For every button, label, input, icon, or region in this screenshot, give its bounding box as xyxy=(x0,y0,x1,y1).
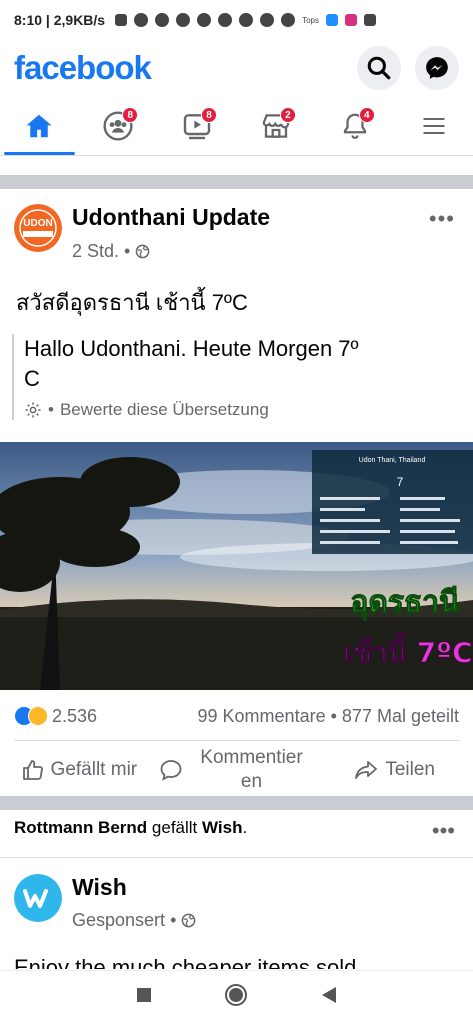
notifications-badge: 4 xyxy=(358,107,375,123)
translation-block: Hallo Udonthani. Heute Morgen 7º C • Bew… xyxy=(12,334,452,420)
wish-logo-icon xyxy=(14,874,62,922)
settings-gear-icon xyxy=(25,402,41,418)
feed-separator xyxy=(0,175,473,189)
post-original-text: สวัสดีอุดรธานี เช้านี้ 7ºC xyxy=(16,290,248,315)
search-icon xyxy=(367,56,391,80)
post-options-button[interactable]: ••• xyxy=(429,206,455,232)
chrome-icon xyxy=(155,13,170,27)
back-triangle-icon xyxy=(321,987,336,1003)
youtube-icon xyxy=(364,14,376,26)
chrome-icon xyxy=(281,13,296,27)
chrome-icon xyxy=(197,13,212,27)
messenger-icon xyxy=(426,57,448,79)
post-photo[interactable]: Udon Thani, Thailand 7 อุดรธานี เช้านี้ … xyxy=(0,442,473,690)
recents-square-icon xyxy=(137,988,152,1002)
context-person[interactable]: Rottmann Bernd xyxy=(14,818,147,837)
system-navigation-bar xyxy=(0,970,473,1024)
post-time[interactable]: 2 Std. xyxy=(72,241,119,262)
w-app-icon xyxy=(326,14,338,26)
social-context: Rottmann Bernd gefällt Wish. xyxy=(14,818,248,837)
photo-location: Udon Thani, Thailand xyxy=(359,457,426,464)
comment-icon xyxy=(160,760,181,781)
translation-line-2: C xyxy=(24,366,40,391)
comment-button[interactable]: Kommentier en xyxy=(158,744,316,796)
watch-badge: 8 xyxy=(201,107,218,123)
context-page[interactable]: Wish xyxy=(202,818,242,837)
comment-label-1: Kommentier xyxy=(200,747,303,768)
udonthani-logo-icon: UDON xyxy=(14,204,62,252)
tab-watch[interactable]: 8 xyxy=(158,96,237,155)
notification-icons: Tops xyxy=(115,13,376,27)
context-verb: gefällt xyxy=(151,818,198,837)
feed-separator-2 xyxy=(0,796,473,810)
reaction-icons[interactable] xyxy=(14,706,48,726)
share-button[interactable]: Teilen xyxy=(315,744,473,796)
friends-badge: 8 xyxy=(122,107,139,123)
ad-page-name[interactable]: Wish xyxy=(72,874,127,901)
share-arrow-icon xyxy=(355,761,378,779)
ad-options-button[interactable]: ••• xyxy=(432,818,455,844)
share-label: Teilen xyxy=(385,759,435,780)
photo-caption-line-1: อุดรธานี xyxy=(350,585,460,621)
shares-count[interactable]: 877 Mal geteilt xyxy=(342,706,459,726)
thumbs-up-icon xyxy=(22,760,43,780)
chrome-icon xyxy=(239,13,254,27)
globe-icon xyxy=(182,913,196,928)
message-icon xyxy=(115,14,128,26)
avatar-text: UDON xyxy=(23,218,52,229)
photo-caption-line-2: เช้านี้ 7ºC xyxy=(343,631,472,669)
rate-translation-link[interactable]: • Bewerte diese Übersetzung xyxy=(24,400,452,420)
stats-divider xyxy=(14,740,459,741)
network-speed: 2,9KB/s xyxy=(53,12,106,28)
back-button[interactable] xyxy=(321,986,337,1009)
like-button[interactable]: Gefällt mir xyxy=(0,744,158,796)
post-stats: 2.536 99 Kommentare • 877 Mal geteilt xyxy=(14,700,459,732)
home-system-button[interactable] xyxy=(224,983,248,1012)
comments-count[interactable]: 99 Kommentare xyxy=(198,706,326,726)
tab-menu[interactable] xyxy=(394,96,473,155)
chrome-icon xyxy=(218,13,233,27)
globe-icon xyxy=(136,244,150,259)
tab-notifications[interactable]: 4 xyxy=(315,96,394,155)
recents-button[interactable] xyxy=(136,987,152,1008)
ad-text-preview: Enjoy the much cheaper items sold xyxy=(14,955,357,969)
home-circle-icon xyxy=(225,984,248,1006)
search-button[interactable] xyxy=(357,46,401,90)
ad-header: Wish Gesponsert • xyxy=(0,866,473,946)
wow-reaction-icon xyxy=(28,706,48,726)
reactions-count[interactable]: 2.536 xyxy=(52,706,97,727)
rate-translation-label: Bewerte diese Übersetzung xyxy=(59,400,269,419)
like-label: Gefällt mir xyxy=(50,759,138,780)
context-divider xyxy=(0,857,473,858)
page-avatar[interactable]: UDON xyxy=(14,204,62,252)
facebook-notif-icon xyxy=(134,13,149,27)
post-header: UDON Udonthani Update 2 Std. • ••• xyxy=(0,196,473,266)
home-icon xyxy=(26,114,52,137)
instagram-icon xyxy=(345,14,357,26)
status-time: 8:10 xyxy=(14,12,43,28)
messenger-button[interactable] xyxy=(415,46,459,90)
chrome-icon xyxy=(260,13,275,27)
tab-marketplace[interactable]: 2 xyxy=(236,96,315,155)
translation-line-1: Hallo Udonthani. Heute Morgen 7º xyxy=(24,336,359,361)
hamburger-menu-icon xyxy=(423,117,445,134)
top-app-bar: facebook xyxy=(0,40,473,96)
ad-meta: Gesponsert • xyxy=(72,910,196,931)
tab-home[interactable] xyxy=(0,96,79,155)
sunrise-landscape-image: Udon Thani, Thailand 7 อุดรธานี เช้านี้ … xyxy=(0,442,473,690)
status-bar: 8:10 | 2,9KB/s Tops xyxy=(0,0,473,40)
main-nav-tabs: 8 8 2 4 xyxy=(0,96,473,156)
comment-label-2: en xyxy=(240,771,263,792)
post-actions: Gefällt mir Kommentier en Teilen xyxy=(0,744,473,796)
sponsored-label[interactable]: Gesponsert xyxy=(72,910,165,931)
chrome-icon xyxy=(176,13,191,27)
photo-temperature: 7 xyxy=(397,475,404,489)
marketplace-badge: 2 xyxy=(279,107,296,123)
post-meta: 2 Std. • xyxy=(72,241,150,262)
tab-friends[interactable]: 8 xyxy=(79,96,158,155)
page-name[interactable]: Udonthani Update xyxy=(72,204,270,231)
facebook-logo[interactable]: facebook xyxy=(14,49,152,87)
tops-label: Tops xyxy=(302,15,319,25)
wish-avatar[interactable] xyxy=(14,874,62,922)
